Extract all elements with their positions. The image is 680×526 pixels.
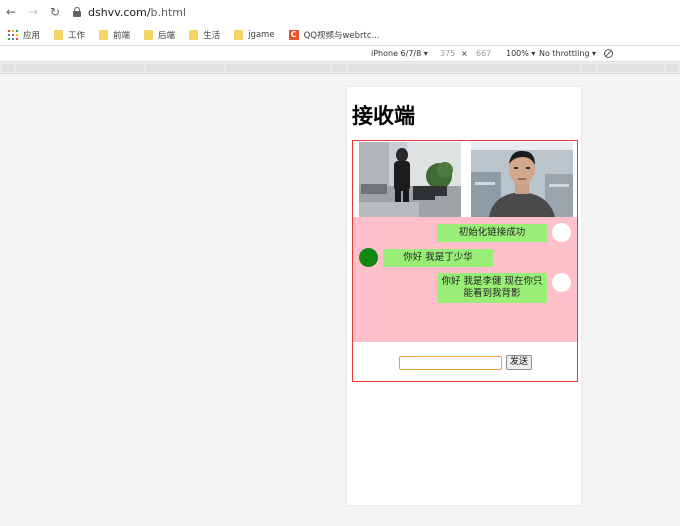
bookmark-label: jgame (248, 29, 275, 40)
bookmarks-bar: 应用 工作 前端 后端 生活 jgame C QQ视频与webrtc... (0, 24, 680, 46)
bookmark-life[interactable]: 生活 (189, 29, 220, 41)
back-arrow-icon[interactable]: ← (0, 0, 22, 24)
url-domain: dshvv.com/ (88, 5, 151, 19)
bookmark-label: 前端 (113, 30, 131, 41)
chat-message: 初始化链接成功 (437, 224, 547, 242)
folder-icon (54, 29, 64, 40)
avatar (552, 223, 571, 242)
forward-arrow-icon[interactable]: → (22, 0, 44, 24)
device-toolbar: iPhone 6/7/8 ▾ 375 × 667 100% ▾ No throt… (0, 46, 680, 62)
bookmark-label: 应用 (23, 30, 41, 41)
folder-icon (234, 29, 244, 40)
folder-icon (99, 29, 109, 40)
video-gap (463, 142, 469, 217)
chat-area: 初始化链接成功 你好 我是丁少华 你好 我是李健 现在你只能看到我背影 (353, 217, 577, 342)
address-bar: ← → ↻ dshvv.com/b.html (0, 0, 680, 24)
call-container: 初始化链接成功 你好 我是丁少华 你好 我是李健 现在你只能看到我背影 发送 (352, 140, 578, 382)
folder-icon (189, 29, 199, 40)
bookmark-label: 生活 (203, 30, 221, 41)
chat-message: 你好 我是丁少华 (383, 249, 493, 267)
bookmark-backend[interactable]: 后端 (144, 29, 175, 41)
device-viewport: 接收端 初始化链接成功 你好 我是丁少华 你好 我是李健 现在你只能看到我背影 … (347, 87, 581, 505)
bookmark-frontend[interactable]: 前端 (99, 29, 130, 41)
bookmark-label: 工作 (68, 30, 86, 41)
zoom-select[interactable]: 100% ▾ (506, 49, 535, 58)
dimension-separator: × (461, 49, 468, 58)
bookmark-label: QQ视频与webrtc... (303, 30, 380, 41)
c-logo-icon: C (288, 29, 299, 40)
lock-icon (72, 6, 82, 18)
folder-icon (144, 29, 154, 40)
message-composer: 发送 (353, 342, 577, 381)
bookmark-qq-webrtc[interactable]: C QQ视频与webrtc... (288, 29, 380, 41)
bookmark-apps[interactable]: 应用 (8, 29, 40, 41)
bookmark-label: 后端 (158, 30, 176, 41)
rotate-block-icon[interactable] (604, 49, 613, 58)
message-input[interactable] (399, 356, 502, 370)
apps-grid-icon (8, 29, 18, 40)
send-button[interactable]: 发送 (506, 355, 532, 370)
device-select[interactable]: iPhone 6/7/8 ▾ (371, 49, 428, 58)
local-video (359, 142, 461, 217)
chat-message: 你好 我是李健 现在你只能看到我背影 (437, 273, 547, 303)
url-field[interactable]: dshvv.com/b.html (72, 6, 186, 19)
bookmark-jgame[interactable]: jgame (234, 29, 275, 40)
reload-icon[interactable]: ↻ (44, 0, 66, 24)
width-field[interactable]: 375 (440, 49, 455, 58)
page-title: 接收端 (352, 104, 415, 128)
height-field[interactable]: 667 (476, 49, 491, 58)
throttling-select[interactable]: No throttling ▾ (539, 49, 596, 58)
avatar (552, 273, 571, 292)
avatar (359, 248, 378, 267)
remote-video (471, 142, 573, 217)
bookmark-work[interactable]: 工作 (54, 29, 85, 41)
local-video-frame (359, 142, 461, 217)
remote-video-frame (471, 142, 573, 217)
media-query-ruler (0, 62, 680, 74)
url-path: b.html (150, 5, 187, 19)
